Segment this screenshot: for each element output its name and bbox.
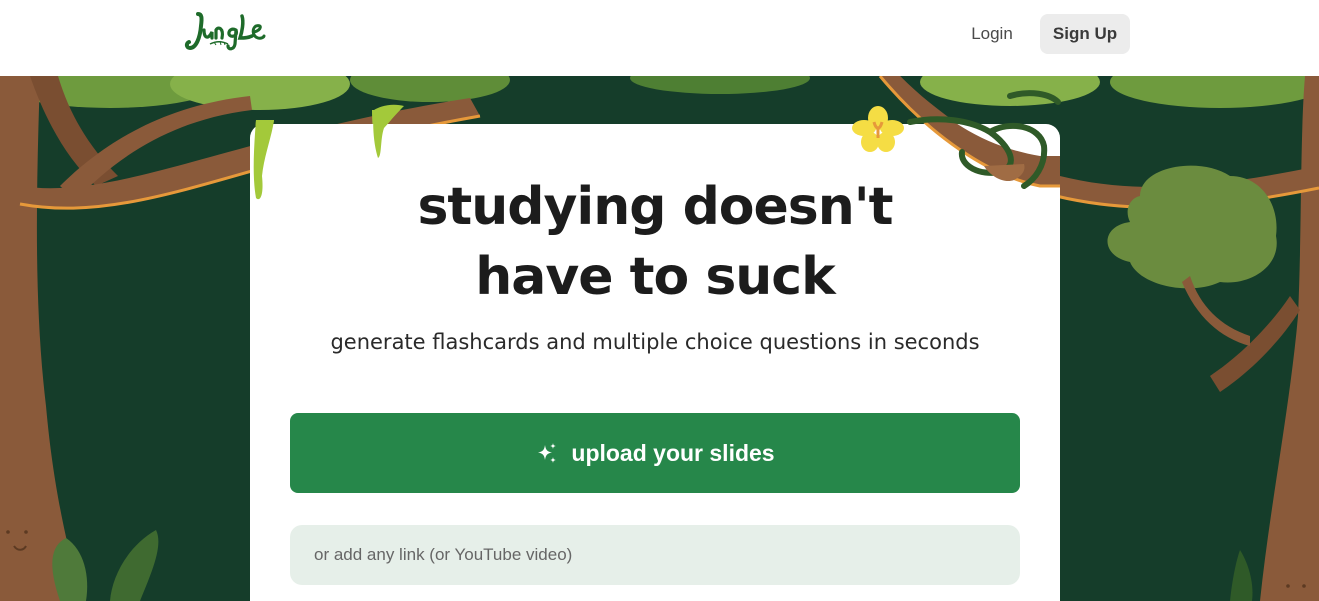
headline-line-2: have to suck <box>475 247 835 307</box>
signup-button[interactable]: Sign Up <box>1040 14 1130 54</box>
sparkle-icon <box>535 441 559 465</box>
upload-slides-button[interactable]: upload your slides <box>290 413 1020 493</box>
hero-card: studying doesn't have to suck generate f… <box>250 124 1060 601</box>
upload-button-label: upload your slides <box>571 439 775 466</box>
headline-line-1: studying doesn't <box>417 177 893 237</box>
jungle-logo[interactable] <box>184 8 268 58</box>
hero-headline: studying doesn't have to suck <box>250 172 1060 312</box>
top-navbar: Login Sign Up <box>0 0 1319 76</box>
link-input[interactable] <box>290 525 1020 585</box>
hero-section: studying doesn't have to suck generate f… <box>0 76 1319 601</box>
login-link[interactable]: Login <box>958 14 1026 54</box>
hero-subheadline: generate flashcards and multiple choice … <box>330 330 980 354</box>
